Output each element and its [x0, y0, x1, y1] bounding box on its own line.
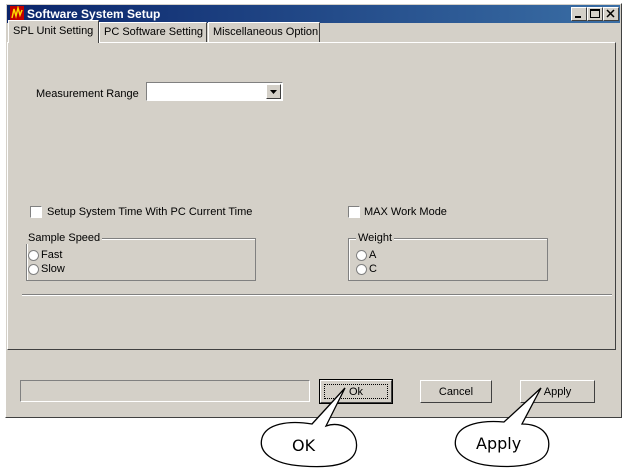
apply-callout-text: Apply [476, 434, 522, 453]
tab-panel [7, 42, 616, 350]
tab-label: SPL Unit Setting [13, 25, 94, 37]
ok-callout-text: OK [292, 436, 316, 455]
apply-callout-bubble [454, 387, 550, 468]
tab-spl-unit-setting[interactable]: SPL Unit Setting [8, 20, 99, 43]
